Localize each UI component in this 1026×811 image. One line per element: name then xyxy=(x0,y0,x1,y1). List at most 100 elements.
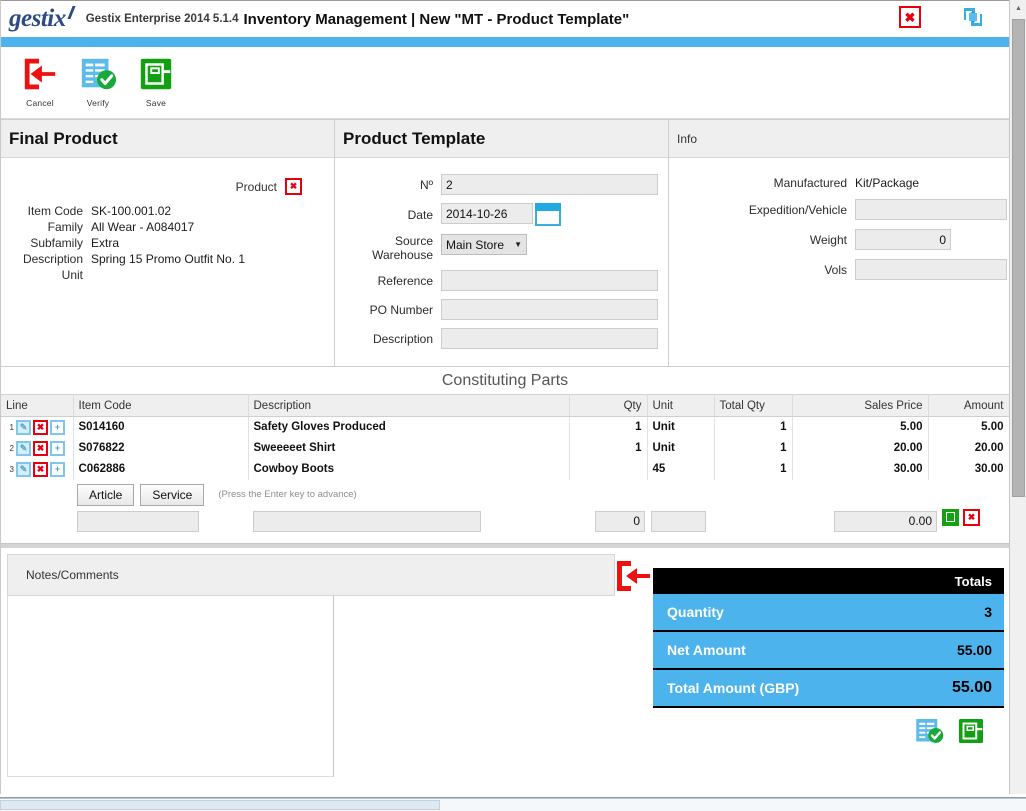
cell-amount[interactable]: 30.00 xyxy=(928,458,1009,480)
delete-row-icon[interactable]: ✖ xyxy=(33,440,48,456)
entry-fields xyxy=(1,510,1009,535)
delete-row-icon[interactable]: ✖ xyxy=(33,419,48,435)
save-button[interactable]: Save xyxy=(127,53,185,108)
cell-sales-price[interactable]: 20.00 xyxy=(792,437,929,459)
add-row-icon[interactable]: + xyxy=(50,461,65,477)
cell-amount[interactable]: 5.00 xyxy=(928,416,1009,438)
close-icon[interactable]: ✖ xyxy=(899,6,921,28)
edit-row-icon[interactable]: ✎ xyxy=(16,419,31,435)
table-header-row: Line Item Code Description Qty Unit Tota… xyxy=(1,394,1009,417)
save-line-icon[interactable] xyxy=(942,508,959,526)
cell-description[interactable]: Safety Gloves Produced xyxy=(248,416,570,438)
cell-amount[interactable]: 20.00 xyxy=(928,437,1009,459)
verify-button[interactable]: Verify xyxy=(69,53,127,108)
field-subfamily: Subfamily Extra xyxy=(11,236,324,250)
cell-unit[interactable]: 45 xyxy=(647,458,715,480)
vertical-scrollbar-thumb[interactable] xyxy=(1012,19,1025,497)
date-input[interactable] xyxy=(441,203,533,224)
cell-unit[interactable]: Unit xyxy=(647,416,715,438)
cell-qty[interactable]: 1 xyxy=(569,437,648,459)
cell-qty[interactable]: 1 xyxy=(569,416,648,438)
col-item-code[interactable]: Item Code xyxy=(73,394,249,417)
cancel-button[interactable]: Cancel xyxy=(11,53,69,108)
entry-unit-input[interactable] xyxy=(651,510,706,532)
col-total-qty[interactable]: Total Qty xyxy=(714,394,793,417)
edit-row-icon[interactable]: ✎ xyxy=(16,461,31,477)
table-row: 2 ✎ ✖ + S076822 Sweeeeet Shirt 1 Unit 1 … xyxy=(1,437,1009,459)
edit-row-icon[interactable]: ✎ xyxy=(16,440,31,456)
entry-amount-input[interactable] xyxy=(834,510,937,532)
save-disk-icon[interactable] xyxy=(956,716,986,746)
cell-item-code[interactable]: C062886 xyxy=(73,458,249,480)
entry-item-code-input[interactable] xyxy=(77,510,199,532)
cell-total-qty[interactable]: 1 xyxy=(714,416,793,438)
article-button[interactable]: Article xyxy=(77,483,135,506)
cell-total-qty[interactable]: 1 xyxy=(714,437,793,459)
delete-product-icon[interactable]: ✖ xyxy=(285,178,302,195)
row-vols: Vols xyxy=(679,259,1007,280)
number-input[interactable] xyxy=(441,174,658,195)
row-weight: Weight xyxy=(679,229,999,250)
titlebar-actions: ✖ xyxy=(899,5,985,29)
horizontal-scrollbar[interactable] xyxy=(0,798,1026,811)
cell-description[interactable]: Cowboy Boots xyxy=(248,458,570,480)
final-product-panel: Final Product Product ✖ Item Code SK-100… xyxy=(1,120,335,366)
source-warehouse-select[interactable]: Main Store ▼ xyxy=(441,234,527,255)
reference-input[interactable] xyxy=(441,270,658,291)
expedition-input[interactable] xyxy=(855,199,1007,220)
horizontal-scrollbar-thumb[interactable] xyxy=(0,800,440,810)
row-po-number: PO Number xyxy=(345,299,658,320)
entry-description-input[interactable] xyxy=(253,510,481,532)
col-unit[interactable]: Unit xyxy=(647,394,715,417)
field-value: SK-100.001.02 xyxy=(91,204,172,218)
app-version-label: Gestix Enterprise 2014 5.1.4 xyxy=(85,13,239,25)
add-row-icon[interactable]: + xyxy=(50,419,65,435)
line-number: 3 xyxy=(9,464,14,474)
cell-item-code[interactable]: S076822 xyxy=(73,437,249,459)
table-row: 1 ✎ ✖ + S014160 Safety Gloves Produced 1… xyxy=(1,416,1009,438)
delete-line-icon[interactable]: ✖ xyxy=(963,508,980,526)
reference-label: Reference xyxy=(377,273,433,288)
description-input[interactable] xyxy=(441,328,658,349)
po-number-input[interactable] xyxy=(441,299,658,320)
refresh-sync-icon[interactable] xyxy=(961,5,985,29)
number-label: Nº xyxy=(419,177,433,192)
vertical-scrollbar[interactable]: ▲ ▼ xyxy=(1009,0,1026,811)
col-amount[interactable]: Amount xyxy=(928,394,1009,417)
cell-qty[interactable] xyxy=(569,458,648,480)
col-line[interactable]: Line xyxy=(1,394,74,417)
vols-input[interactable] xyxy=(855,259,1007,280)
manufactured-label: Manufactured xyxy=(773,176,847,190)
add-row-icon[interactable]: + xyxy=(50,440,65,456)
verify-checklist-icon[interactable] xyxy=(914,716,944,746)
service-button[interactable]: Service xyxy=(140,483,205,506)
delete-row-icon[interactable]: ✖ xyxy=(33,461,48,477)
calendar-picker-icon[interactable] xyxy=(535,203,561,226)
scroll-up-icon[interactable]: ▲ xyxy=(1010,0,1026,17)
notes-comments-input[interactable] xyxy=(7,595,334,777)
weight-input[interactable] xyxy=(855,229,951,250)
col-description[interactable]: Description xyxy=(248,394,570,417)
entry-qty-input[interactable] xyxy=(595,510,645,532)
verify-label: Verify xyxy=(86,98,110,108)
gestix-logo: gestix xyxy=(9,5,76,33)
info-body: Manufactured Kit/Package Expedition/Vehi… xyxy=(669,158,1009,280)
col-sales-price[interactable]: Sales Price xyxy=(792,394,929,417)
chevron-down-icon: ▼ xyxy=(514,240,522,249)
toolbar: Cancel Verify Save xyxy=(1,47,1009,119)
field-label: Item Code xyxy=(27,204,83,218)
notes-comments-label: Notes/Comments xyxy=(26,567,119,582)
product-template-panel: Product Template Nº Date xyxy=(335,120,669,366)
cell-unit[interactable]: Unit xyxy=(647,437,715,459)
field-label: Family xyxy=(47,220,83,234)
cell-sales-price[interactable]: 30.00 xyxy=(792,458,929,480)
cell-total-qty[interactable]: 1 xyxy=(714,458,793,480)
field-family: Family All Wear - A084017 xyxy=(11,220,324,234)
cell-description[interactable]: Sweeeeet Shirt xyxy=(248,437,570,459)
col-qty[interactable]: Qty xyxy=(569,394,648,417)
field-value: Extra xyxy=(91,236,120,250)
cell-item-code[interactable]: S014160 xyxy=(73,416,249,438)
product-header-row: Product ✖ xyxy=(11,178,324,195)
totals-panel: Totals Quantity 3 Net Amount 55.00 Total… xyxy=(653,568,1004,708)
cell-sales-price[interactable]: 5.00 xyxy=(792,416,929,438)
